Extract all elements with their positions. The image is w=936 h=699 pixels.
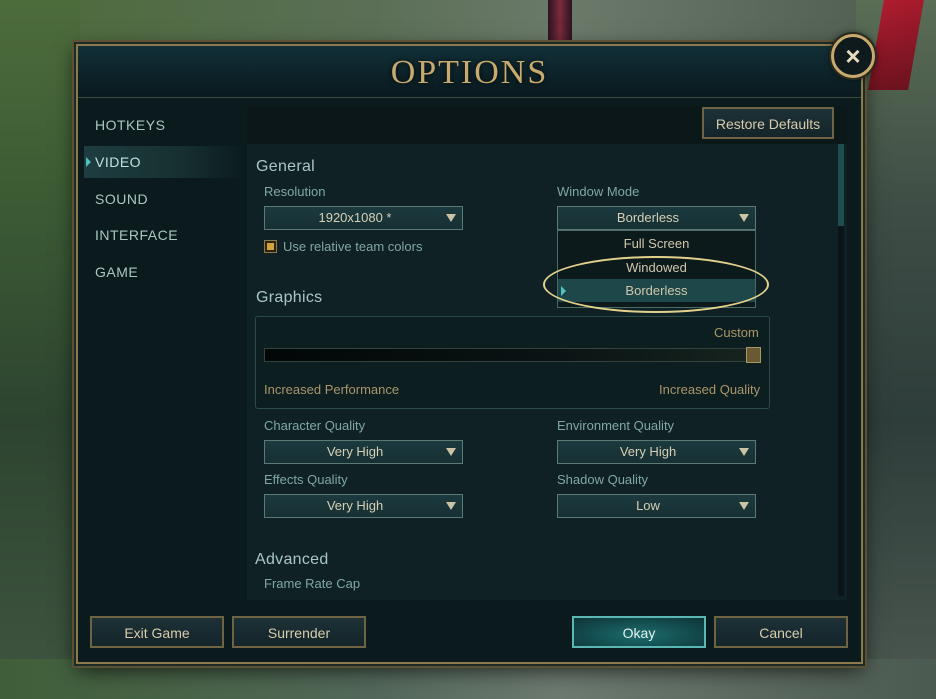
graphics-quality-slider-handle[interactable] bbox=[746, 347, 761, 363]
graphics-preset-label: Custom bbox=[714, 325, 759, 340]
sidebar-item-label: SOUND bbox=[95, 191, 149, 207]
game-background-pillar bbox=[548, 0, 572, 46]
sidebar-item-sound[interactable]: SOUND bbox=[84, 183, 246, 215]
okay-button[interactable]: Okay bbox=[572, 616, 706, 648]
environment-quality-dropdown[interactable]: Very High bbox=[557, 440, 756, 464]
frame-rate-cap-label: Frame Rate Cap bbox=[264, 576, 361, 591]
game-background-left bbox=[0, 0, 80, 699]
close-icon: × bbox=[845, 41, 861, 71]
sidebar-item-game[interactable]: GAME bbox=[84, 256, 246, 288]
cancel-button[interactable]: Cancel bbox=[714, 616, 848, 648]
window-title: OPTIONS bbox=[390, 54, 549, 91]
effects-quality-dropdown[interactable]: Very High bbox=[264, 494, 463, 518]
graphics-heading: Graphics bbox=[256, 289, 323, 306]
chevron-down-icon bbox=[739, 502, 749, 510]
sidebar-item-label: INTERFACE bbox=[95, 227, 179, 243]
shadow-quality-label: Shadow Quality bbox=[557, 472, 649, 487]
selected-arrow-icon bbox=[86, 157, 91, 167]
window-mode-value: Borderless bbox=[616, 210, 680, 225]
character-quality-value: Very High bbox=[326, 444, 384, 459]
character-quality-dropdown[interactable]: Very High bbox=[264, 440, 463, 464]
chevron-down-icon bbox=[739, 214, 749, 222]
advanced-heading: Advanced bbox=[255, 551, 329, 568]
environment-quality-value: Very High bbox=[619, 444, 677, 459]
exit-game-button[interactable]: Exit Game bbox=[90, 616, 224, 648]
relative-team-colors-label: Use relative team colors bbox=[283, 239, 423, 254]
window-mode-dropdown[interactable]: Borderless bbox=[557, 206, 756, 230]
increased-performance-label: Increased Performance bbox=[264, 382, 400, 397]
effects-quality-label: Effects Quality bbox=[264, 472, 348, 487]
title-bar: OPTIONS bbox=[78, 46, 861, 98]
sidebar-item-video[interactable]: VIDEO bbox=[84, 146, 246, 178]
chevron-down-icon bbox=[446, 502, 456, 510]
chevron-down-icon bbox=[446, 448, 456, 456]
window-mode-option-fullscreen[interactable]: Full Screen bbox=[558, 232, 755, 255]
game-background-bottom bbox=[0, 659, 936, 699]
surrender-button[interactable]: Surrender bbox=[232, 616, 366, 648]
increased-quality-label: Increased Quality bbox=[659, 382, 761, 397]
effects-quality-value: Very High bbox=[326, 498, 384, 513]
shadow-quality-value: Low bbox=[636, 498, 660, 513]
restore-defaults-button[interactable]: Restore Defaults bbox=[702, 107, 834, 139]
sidebar-item-label: HOTKEYS bbox=[95, 117, 166, 133]
resolution-label: Resolution bbox=[264, 184, 326, 199]
close-button[interactable]: × bbox=[831, 34, 875, 78]
sidebar: HOTKEYS VIDEO SOUND INTERFACE GAME bbox=[84, 106, 246, 600]
window-mode-label: Window Mode bbox=[557, 184, 640, 199]
game-background-right bbox=[856, 0, 936, 699]
game-background-top bbox=[0, 0, 936, 46]
chevron-down-icon bbox=[446, 214, 456, 222]
sidebar-item-interface[interactable]: INTERFACE bbox=[84, 219, 246, 251]
resolution-value: 1920x1080 * bbox=[318, 210, 392, 225]
sidebar-item-label: GAME bbox=[95, 264, 139, 280]
chevron-down-icon bbox=[739, 448, 749, 456]
graphics-quality-slider[interactable] bbox=[264, 348, 760, 362]
relative-team-colors-checkbox[interactable] bbox=[264, 240, 277, 253]
checkmark-icon bbox=[267, 243, 274, 250]
environment-quality-label: Environment Quality bbox=[557, 418, 675, 433]
character-quality-label: Character Quality bbox=[264, 418, 366, 433]
annotation-ellipse bbox=[543, 256, 769, 313]
sidebar-item-hotkeys[interactable]: HOTKEYS bbox=[84, 109, 246, 141]
general-heading: General bbox=[256, 158, 316, 175]
resolution-dropdown[interactable]: 1920x1080 * bbox=[264, 206, 463, 230]
sidebar-item-label: VIDEO bbox=[95, 154, 142, 170]
scrollbar-thumb[interactable] bbox=[838, 144, 844, 226]
shadow-quality-dropdown[interactable]: Low bbox=[557, 494, 756, 518]
